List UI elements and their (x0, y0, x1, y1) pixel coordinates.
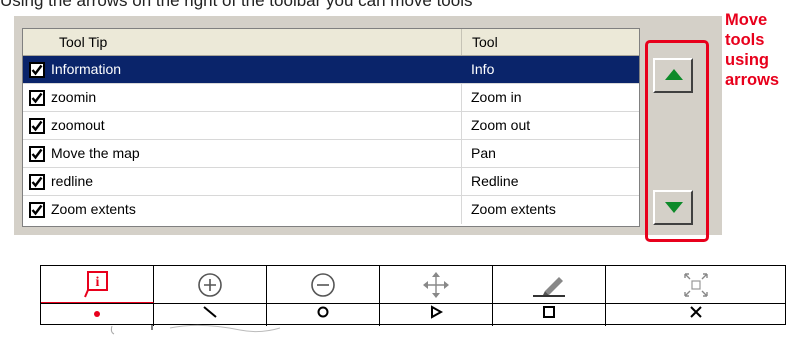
checkmark-icon (31, 120, 43, 132)
checkbox[interactable] (29, 174, 45, 190)
toolbar-button-info[interactable]: i (41, 266, 154, 303)
cut-off-map-area (40, 324, 786, 354)
map-toolbar: i (40, 265, 786, 326)
cut-off-caption: Using the arrows on the right of the too… (0, 0, 473, 10)
toolbar-button-zoom-in[interactable] (154, 266, 267, 303)
checkbox[interactable] (29, 90, 45, 106)
tool-name: Zoom in (471, 89, 522, 105)
checkmark-icon (31, 204, 43, 216)
zoom-in-icon (198, 272, 222, 297)
checkbox[interactable] (29, 118, 45, 134)
tool-tip-text: Information (51, 61, 122, 77)
pan-icon (423, 271, 449, 298)
toolbar-button-zoom-out[interactable] (267, 266, 380, 303)
toolbar-button-redline[interactable] (493, 266, 606, 303)
highlight-box (645, 40, 709, 242)
zoom-extents-icon (683, 272, 708, 297)
tool-name: Pan (471, 145, 496, 161)
tool-tip-text: zoomin (51, 89, 97, 105)
grid-header: Tool Tip Tool (23, 29, 639, 56)
info-icon: i (84, 271, 108, 298)
redline-delete-icon[interactable] (606, 304, 785, 326)
tool-name: Zoom out (471, 117, 531, 133)
tool-name: Zoom extents (471, 201, 556, 217)
checkmark-icon (31, 148, 43, 160)
checkbox[interactable] (29, 202, 45, 218)
redline-point-icon[interactable] (41, 304, 154, 326)
tool-tip-text: Zoom extents (51, 201, 136, 217)
tool-name: Redline (471, 173, 519, 189)
toolbar-button-pan[interactable] (380, 266, 493, 303)
column-header-tool-tip[interactable]: Tool Tip (23, 29, 462, 55)
redline-circle-icon[interactable] (267, 304, 380, 326)
checkbox[interactable] (29, 62, 45, 78)
checkmark-icon (31, 64, 43, 76)
tool-tip-text: Move the map (51, 145, 140, 161)
redline-polygon-icon[interactable] (380, 304, 493, 326)
toolbar-button-zoom-extents[interactable] (606, 266, 785, 303)
table-row[interactable]: Zoom extents Zoom extents (23, 196, 639, 224)
redline-line-icon[interactable] (154, 304, 267, 326)
tool-grid: Tool Tip Tool Information Info zoomin Zo… (22, 28, 640, 227)
annotation-note: Move tools using arrows (725, 11, 780, 89)
table-row[interactable]: Information Info (23, 56, 639, 84)
table-row[interactable]: Move the map Pan (23, 140, 639, 168)
redline-icon (533, 276, 565, 297)
tool-tip-text: redline (51, 173, 94, 189)
table-row[interactable]: zoomin Zoom in (23, 84, 639, 112)
tool-tip-text: zoomout (51, 117, 105, 133)
redline-rectangle-icon[interactable] (493, 304, 606, 326)
table-row[interactable]: redline Redline (23, 168, 639, 196)
svg-text:i: i (96, 275, 100, 290)
checkbox[interactable] (29, 146, 45, 162)
checkmark-icon (31, 176, 43, 188)
column-header-tool[interactable]: Tool (462, 29, 640, 55)
table-row[interactable]: zoomout Zoom out (23, 112, 639, 140)
tool-name: Info (471, 61, 495, 77)
zoom-out-icon (311, 272, 335, 297)
checkmark-icon (31, 92, 43, 104)
